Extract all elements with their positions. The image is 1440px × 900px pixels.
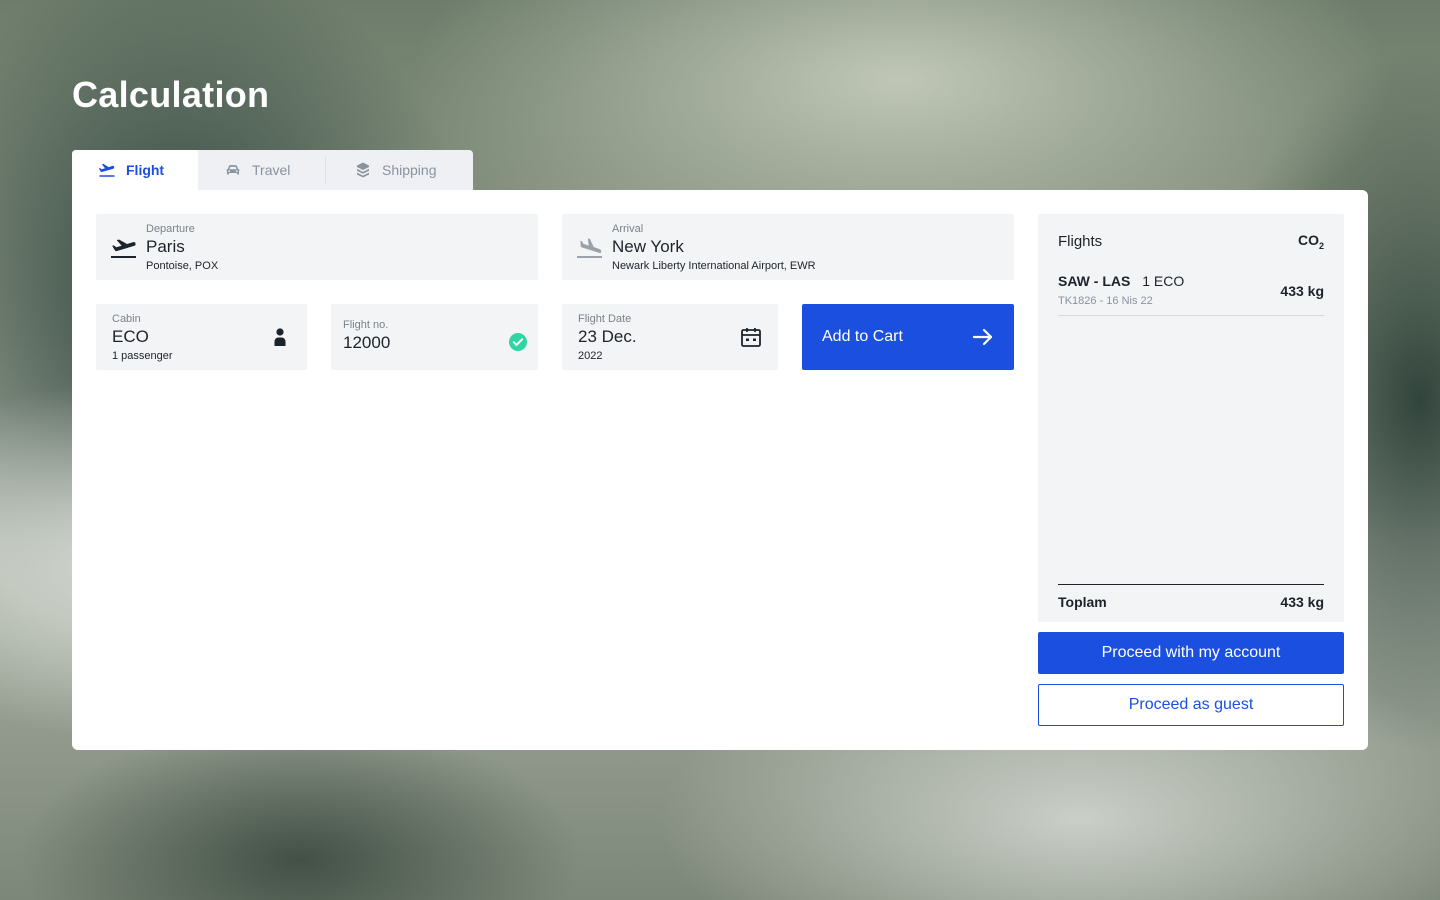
car-icon bbox=[226, 165, 240, 175]
departure-city: Paris bbox=[146, 237, 185, 256]
check-circle-icon bbox=[509, 333, 527, 351]
flights-summary: Flights CO2 SAW - LAS 1 ECO TK1826 - 16 … bbox=[1038, 214, 1344, 622]
proceed-with-account-button[interactable]: Proceed with my account bbox=[1038, 632, 1344, 674]
plane-takeoff-icon bbox=[111, 239, 136, 258]
add-to-cart-button[interactable]: Add to Cart bbox=[802, 304, 1014, 370]
summary-title: Flights bbox=[1058, 232, 1103, 250]
box-icon bbox=[357, 162, 369, 178]
co2-header: CO2 bbox=[1297, 232, 1324, 251]
total-label: Toplam bbox=[1058, 594, 1107, 610]
add-to-cart-label: Add to Cart bbox=[822, 328, 903, 345]
leg-class: 1 ECO bbox=[1142, 272, 1185, 289]
list-item: SAW - LAS 1 ECO TK1826 - 16 Nis 22 433 k… bbox=[1058, 273, 1324, 316]
calculation-card: Departure Paris Pontoise, POX Arrival Ne… bbox=[72, 190, 1368, 750]
departure-airport: Pontoise, POX bbox=[146, 260, 219, 272]
arrow-right-icon bbox=[972, 328, 993, 346]
flight-date-year: 2022 bbox=[578, 350, 603, 362]
leg-co2: 433 kg bbox=[1280, 282, 1324, 299]
tab-flight-label: Flight bbox=[126, 162, 165, 178]
departure-field[interactable]: Departure Paris Pontoise, POX bbox=[96, 214, 538, 280]
page-title: Calculation bbox=[72, 74, 270, 115]
tab-travel[interactable]: Travel bbox=[198, 156, 326, 184]
calendar-icon[interactable] bbox=[740, 326, 762, 348]
leg-route: SAW - LAS bbox=[1058, 272, 1131, 289]
flight-number-field[interactable]: Flight no. 12000 bbox=[331, 304, 538, 370]
cabin-field[interactable]: Cabin ECO 1 passenger bbox=[96, 304, 307, 370]
plane-landing-icon bbox=[577, 238, 602, 258]
arrival-field[interactable]: Arrival New York Newark Liberty Internat… bbox=[562, 214, 1014, 280]
tab-travel-label: Travel bbox=[252, 162, 291, 178]
proceed-as-guest-button[interactable]: Proceed as guest bbox=[1038, 684, 1344, 726]
cabin-label: Cabin bbox=[112, 313, 141, 325]
arrival-city: New York bbox=[612, 237, 684, 256]
arrival-label: Arrival bbox=[612, 223, 644, 235]
summary-total: Toplam 433 kg bbox=[1058, 584, 1324, 610]
departure-label: Departure bbox=[146, 223, 195, 235]
person-icon bbox=[274, 328, 286, 346]
flight-date-field[interactable]: Flight Date 23 Dec. 2022 bbox=[562, 304, 778, 370]
total-value: 433 kg bbox=[1280, 594, 1324, 610]
flight-date-label: Flight Date bbox=[578, 313, 632, 325]
tab-flight[interactable]: Flight bbox=[72, 150, 198, 190]
arrival-airport: Newark Liberty International Airport, EW… bbox=[612, 260, 816, 272]
tab-shipping-label: Shipping bbox=[382, 162, 437, 178]
tab-shipping[interactable]: Shipping bbox=[326, 150, 473, 190]
flight-number-label: Flight no. bbox=[343, 319, 389, 331]
plane-takeoff-icon bbox=[98, 163, 115, 177]
cabin-passengers: 1 passenger bbox=[112, 350, 173, 362]
calculation-tabs: Flight Travel Shipping bbox=[72, 150, 473, 190]
